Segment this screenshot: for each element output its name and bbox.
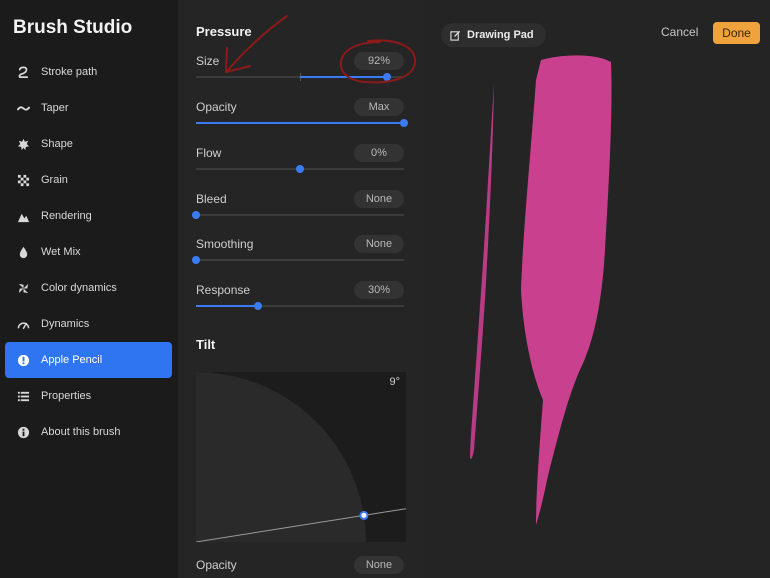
drawing-pad-label-text: Drawing Pad xyxy=(467,29,534,41)
tilt-section-title: Tilt xyxy=(196,337,216,352)
properties-icon xyxy=(17,390,30,403)
sidebar-item-properties[interactable]: Properties xyxy=(5,378,172,414)
slider-knob[interactable] xyxy=(400,119,408,127)
dynamics-icon xyxy=(17,318,30,331)
slider-fill xyxy=(196,122,404,124)
slider-knob[interactable] xyxy=(192,211,200,219)
settings-panel: Pressure Size 92% Opacity Max Flow 0% Bl… xyxy=(178,0,423,578)
sidebar-item-label: Grain xyxy=(41,174,68,186)
tilt-handle[interactable] xyxy=(359,510,369,520)
flow-slider[interactable] xyxy=(196,165,404,173)
drawing-pad-canvas[interactable] xyxy=(423,0,770,578)
slider-knob[interactable] xyxy=(296,165,304,173)
size-slider[interactable] xyxy=(196,73,404,81)
app-title: Brush Studio xyxy=(13,17,133,38)
sidebar-item-label: Properties xyxy=(41,390,92,402)
color-dynamics-icon xyxy=(17,282,30,295)
thin-brush-stroke xyxy=(470,84,494,460)
slider-knob[interactable] xyxy=(192,256,200,264)
sidebar-item-wet-mix[interactable]: Wet Mix xyxy=(5,234,172,270)
tilt-opacity-value[interactable]: None xyxy=(354,556,404,574)
thick-brush-stroke xyxy=(521,55,612,525)
sidebar-item-label: Stroke path xyxy=(41,66,98,78)
sidebar-item-label: Wet Mix xyxy=(41,246,81,258)
drawing-pad[interactable]: Drawing Pad Cancel Done xyxy=(423,0,770,578)
response-value[interactable]: 30% xyxy=(354,281,404,299)
slider-fill xyxy=(196,305,259,307)
rendering-icon xyxy=(17,210,30,223)
done-button[interactable]: Done xyxy=(713,22,760,44)
opacity-label: Opacity xyxy=(196,100,237,114)
edit-icon xyxy=(450,30,461,41)
sidebar-item-dynamics[interactable]: Dynamics xyxy=(5,306,172,342)
sidebar-item-stroke-path[interactable]: Stroke path xyxy=(5,54,172,90)
sidebar-nav: Stroke path Taper Shape Grain Rendering … xyxy=(5,54,172,450)
sidebar-item-rendering[interactable]: Rendering xyxy=(5,198,172,234)
flow-label: Flow xyxy=(196,146,222,160)
sidebar-item-apple-pencil[interactable]: Apple Pencil xyxy=(5,342,172,378)
stroke-path-icon xyxy=(17,66,30,79)
slider-knob[interactable] xyxy=(254,302,263,310)
apple-pencil-icon xyxy=(17,354,30,367)
size-value[interactable]: 92% xyxy=(354,52,404,70)
sidebar-item-label: Dynamics xyxy=(41,318,90,330)
sidebar-item-label: Rendering xyxy=(41,210,92,222)
smoothing-value[interactable]: None xyxy=(354,235,404,253)
bleed-value[interactable]: None xyxy=(354,190,404,208)
smoothing-slider[interactable] xyxy=(192,256,404,264)
sidebar-item-about[interactable]: About this brush xyxy=(5,414,172,450)
shape-icon xyxy=(17,138,30,151)
response-label: Response xyxy=(196,283,251,297)
drawing-pad-label[interactable]: Drawing Pad xyxy=(441,23,546,47)
size-label: Size xyxy=(196,54,220,68)
slider-fill xyxy=(300,76,388,78)
flow-value[interactable]: 0% xyxy=(354,144,404,162)
taper-icon xyxy=(17,102,30,115)
sidebar-item-taper[interactable]: Taper xyxy=(5,90,172,126)
sidebar-item-label: Apple Pencil xyxy=(41,354,103,366)
bleed-slider[interactable] xyxy=(192,211,404,219)
sidebar-item-shape[interactable]: Shape xyxy=(5,126,172,162)
pressure-section-title: Pressure xyxy=(196,24,252,39)
sidebar-item-color-dynamics[interactable]: Color dynamics xyxy=(5,270,172,306)
opacity-slider[interactable] xyxy=(196,119,408,127)
bleed-label: Bleed xyxy=(196,192,227,206)
response-slider[interactable] xyxy=(196,302,404,310)
opacity-value[interactable]: Max xyxy=(354,98,404,116)
sidebar-item-label: Shape xyxy=(41,138,73,150)
sidebar-item-grain[interactable]: Grain xyxy=(5,162,172,198)
smoothing-label: Smoothing xyxy=(196,237,254,251)
tilt-opacity-label: Opacity xyxy=(196,558,237,572)
tilt-graph[interactable]: 9° xyxy=(196,372,406,542)
tilt-quarter-arc xyxy=(196,372,366,542)
tilt-angle-readout: 9° xyxy=(389,376,400,388)
sidebar-item-label: Taper xyxy=(41,102,69,114)
info-icon xyxy=(17,426,30,439)
sidebar-item-label: Color dynamics xyxy=(41,282,117,294)
slider-knob[interactable] xyxy=(383,73,392,81)
tilt-graph-canvas xyxy=(196,372,406,542)
wet-mix-icon xyxy=(17,246,30,259)
grain-icon xyxy=(17,174,30,187)
sidebar: Brush Studio Stroke path Taper Shape Gra… xyxy=(0,0,178,578)
cancel-button[interactable]: Cancel xyxy=(661,25,698,39)
sidebar-item-label: About this brush xyxy=(41,426,121,438)
